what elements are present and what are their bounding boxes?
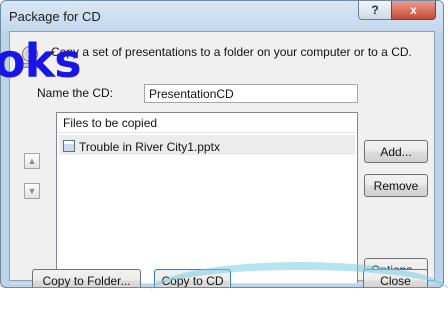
window-title: Package for CD: [9, 9, 101, 24]
add-button[interactable]: Add...: [364, 140, 428, 163]
caption-buttons: ? x: [358, 1, 436, 20]
move-down-button[interactable]: ▼: [24, 183, 40, 199]
remove-button[interactable]: Remove: [364, 174, 428, 197]
screenshot-stage: Package for CD ? x Copy a set of present…: [0, 0, 448, 312]
help-icon: ?: [371, 3, 379, 17]
arrow-down-icon: ▼: [27, 186, 37, 196]
close-icon: x: [410, 3, 417, 17]
close-window-button[interactable]: x: [391, 1, 436, 20]
copy-to-folder-button[interactable]: Copy to Folder...: [32, 269, 141, 287]
file-list-item[interactable]: Trouble in River City1.pptx: [59, 135, 355, 155]
arrow-up-icon: ▲: [27, 156, 37, 166]
instruction-text: Copy a set of presentations to a folder …: [51, 45, 412, 59]
move-up-button[interactable]: ▲: [24, 153, 40, 169]
pptx-file-icon: [63, 139, 75, 152]
cd-name-label: Name the CD:: [37, 86, 114, 100]
overlay-watermark-text: oks: [0, 34, 82, 88]
cd-name-input[interactable]: [144, 84, 358, 103]
files-list-header: Files to be copied: [57, 113, 357, 133]
title-bar[interactable]: Package for CD ? x: [1, 1, 443, 33]
file-name: Trouble in River City1.pptx: [79, 139, 220, 154]
help-button[interactable]: ?: [358, 1, 391, 20]
files-list[interactable]: Files to be copied Trouble in River City…: [56, 112, 358, 284]
decorative-swoosh: [150, 262, 448, 312]
